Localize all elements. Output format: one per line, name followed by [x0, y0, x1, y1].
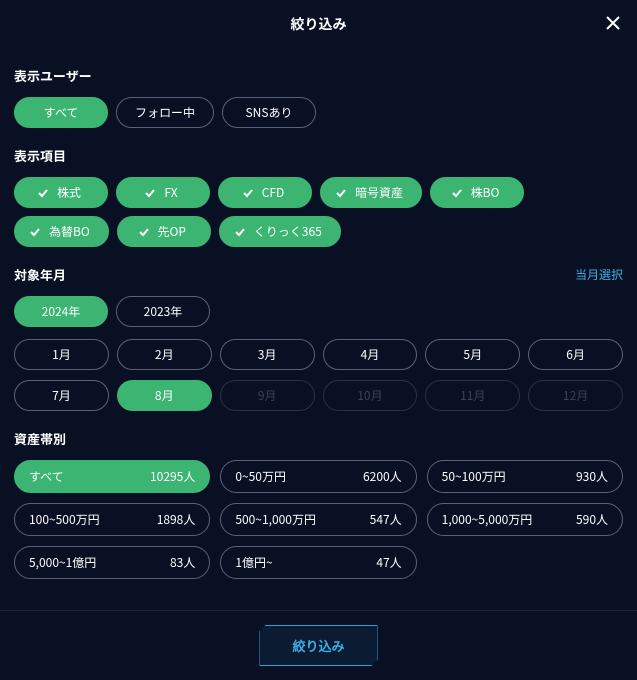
check-icon	[144, 187, 156, 199]
month-option[interactable]: 6月	[528, 339, 623, 370]
current-month-link[interactable]: 当月選択	[575, 266, 623, 283]
asset-range-option[interactable]: 50~100万円 930人	[427, 460, 623, 493]
asset-range-option[interactable]: 0~50万円 6200人	[220, 460, 416, 493]
close-button[interactable]	[603, 14, 623, 34]
asset-range-option[interactable]: 1,000~5,000万円 590人	[427, 503, 623, 536]
check-icon	[138, 226, 150, 238]
asset-range-label: すべて	[29, 468, 64, 485]
check-icon	[451, 187, 463, 199]
asset-range-label: 1億円~	[235, 554, 272, 571]
item-filter-option[interactable]: FX	[116, 177, 210, 208]
month-option[interactable]: 3月	[220, 339, 315, 370]
item-filter-option[interactable]: 株式	[14, 177, 108, 208]
month-option: 12月	[528, 380, 623, 411]
asset-range-label: 1,000~5,000万円	[442, 511, 533, 528]
asset-range-option[interactable]: 1億円~ 47人	[220, 546, 416, 579]
pill-label: 株式	[57, 184, 81, 201]
item-filter-option[interactable]: 先OP	[117, 216, 211, 247]
user-filter-option[interactable]: フォロー中	[116, 97, 214, 128]
check-icon	[37, 187, 49, 199]
modal-footer: 絞り込み	[0, 610, 637, 680]
section-title: 表示項目	[14, 146, 66, 165]
pill-label: 株BO	[471, 184, 500, 201]
section-display-items: 表示項目 株式 FX CFD 暗号資産 株BO 為替BO 先OP くりっく365	[14, 146, 623, 247]
asset-range-count: 547人	[370, 511, 402, 528]
pill-label: SNSあり	[246, 104, 293, 121]
section-title: 対象年月	[14, 265, 66, 284]
pill-label: 2023年	[144, 303, 183, 320]
asset-range-label: 100~500万円	[29, 511, 100, 528]
modal-header: 絞り込み	[0, 0, 637, 48]
pill-label: CFD	[262, 184, 285, 201]
year-option[interactable]: 2024年	[14, 296, 108, 327]
pill-label: 4月	[361, 346, 380, 363]
asset-range-option[interactable]: 500~1,000万円 547人	[220, 503, 416, 536]
month-option[interactable]: 5月	[425, 339, 520, 370]
item-filter-option[interactable]: CFD	[218, 177, 312, 208]
item-filter-option[interactable]: 為替BO	[14, 216, 109, 247]
asset-range-label: 5,000~1億円	[29, 554, 96, 571]
month-option[interactable]: 1月	[14, 339, 109, 370]
asset-range-option[interactable]: 5,000~1億円 83人	[14, 546, 210, 579]
item-filter-option[interactable]: 株BO	[430, 177, 524, 208]
month-option[interactable]: 4月	[323, 339, 418, 370]
asset-range-count: 590人	[576, 511, 608, 528]
asset-range-label: 50~100万円	[442, 468, 506, 485]
section-assets: 資産帯別 すべて 10295人 0~50万円 6200人 50~100万円 930人 100…	[14, 429, 623, 579]
asset-range-count: 10295人	[150, 468, 195, 485]
month-option[interactable]: 2月	[117, 339, 212, 370]
item-filter-option[interactable]: 暗号資産	[320, 177, 422, 208]
pill-label: 10月	[357, 387, 382, 404]
month-option: 11月	[425, 380, 520, 411]
section-period: 対象年月 当月選択 2024年 2023年 1月 2月 3月 4月 5月 6月 7月 8月 9月…	[14, 265, 623, 411]
pill-label: 12月	[563, 387, 588, 404]
section-title: 資産帯別	[14, 429, 66, 448]
asset-range-count: 47人	[376, 554, 401, 571]
asset-range-count: 6200人	[363, 468, 402, 485]
month-option[interactable]: 8月	[117, 380, 212, 411]
modal-title: 絞り込み	[291, 14, 347, 34]
check-icon	[234, 226, 246, 238]
year-option[interactable]: 2023年	[116, 296, 210, 327]
close-icon	[605, 12, 621, 36]
asset-range-label: 0~50万円	[235, 468, 286, 485]
month-option: 10月	[323, 380, 418, 411]
pill-label: 5月	[463, 346, 482, 363]
pill-label: 9月	[258, 387, 277, 404]
pill-label: 2024年	[42, 303, 81, 320]
pill-label: フォロー中	[135, 104, 195, 121]
pill-label: 暗号資産	[355, 184, 403, 201]
pill-label: 為替BO	[49, 223, 90, 240]
asset-range-count: 83人	[170, 554, 195, 571]
asset-range-count: 1898人	[157, 511, 196, 528]
asset-range-option[interactable]: 100~500万円 1898人	[14, 503, 210, 536]
pill-label: すべて	[44, 104, 79, 121]
month-option: 9月	[220, 380, 315, 411]
item-filter-option[interactable]: くりっく365	[219, 216, 341, 247]
pill-label: FX	[164, 184, 177, 201]
pill-label: 1月	[52, 346, 71, 363]
asset-range-label: 500~1,000万円	[235, 511, 316, 528]
check-icon	[335, 187, 347, 199]
pill-label: 6月	[566, 346, 585, 363]
pill-label: 11月	[460, 387, 485, 404]
pill-label: 8月	[155, 387, 174, 404]
pill-label: 先OP	[158, 223, 187, 240]
section-display-users: 表示ユーザー すべて フォロー中 SNSあり	[14, 66, 623, 128]
submit-button[interactable]: 絞り込み	[259, 625, 377, 666]
check-icon	[29, 226, 41, 238]
pill-label: 7月	[52, 387, 71, 404]
check-icon	[242, 187, 254, 199]
user-filter-option[interactable]: すべて	[14, 97, 108, 128]
user-filter-option[interactable]: SNSあり	[222, 97, 316, 128]
pill-label: 2月	[155, 346, 174, 363]
month-option[interactable]: 7月	[14, 380, 109, 411]
asset-range-count: 930人	[576, 468, 608, 485]
pill-label: 3月	[258, 346, 277, 363]
pill-label: くりっく365	[254, 223, 322, 240]
asset-range-option[interactable]: すべて 10295人	[14, 460, 210, 493]
section-title: 表示ユーザー	[14, 66, 92, 85]
